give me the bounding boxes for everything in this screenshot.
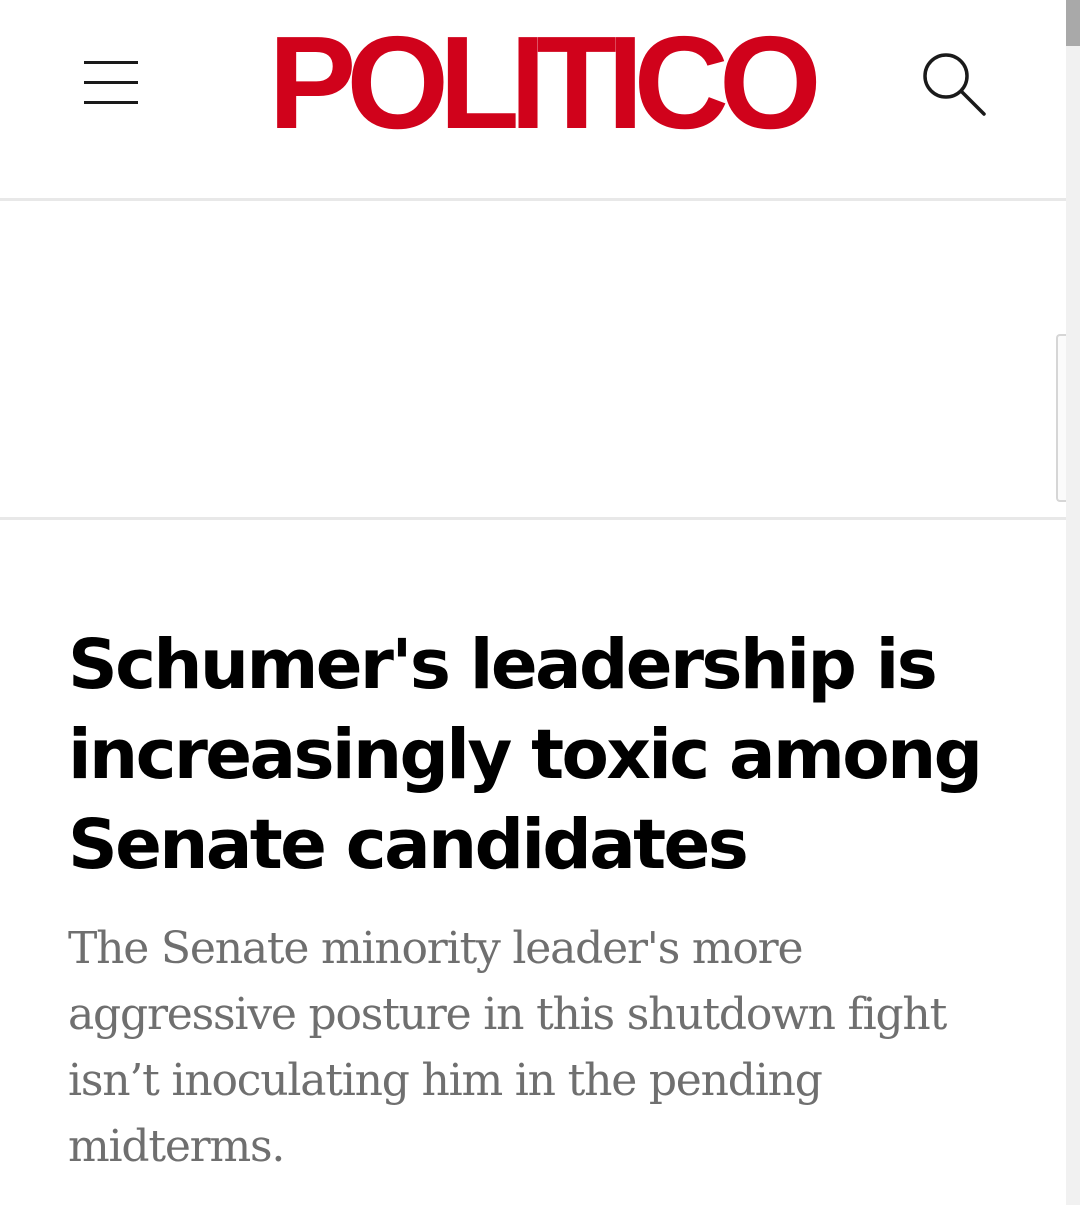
article-headline: Schumer's leadership is increasingly tox… [68, 625, 983, 885]
hamburger-menu-icon-bar [84, 81, 138, 84]
article-dek: The Senate minority leader's more aggres… [68, 923, 947, 1172]
menu-button[interactable] [78, 52, 144, 112]
scrollbar[interactable] [1066, 0, 1080, 1205]
hamburger-menu-icon [84, 61, 138, 64]
logo-text: POLITICO [268, 9, 821, 156]
scrollbar-thumb[interactable] [1066, 0, 1080, 46]
politico-logo[interactable]: POLITICO [240, 9, 840, 156]
article-header: Schumer's leadership is increasingly tox… [68, 620, 1028, 1180]
site-header: POLITICO [0, 0, 1066, 201]
scroll-thumb[interactable] [1056, 334, 1066, 502]
hamburger-menu-icon-bar [84, 101, 138, 104]
ad-slot [0, 204, 1066, 520]
search-button[interactable] [914, 44, 994, 124]
search-icon [923, 53, 986, 116]
page: POLITICO Schumer's leadership is increas… [0, 0, 1080, 1205]
